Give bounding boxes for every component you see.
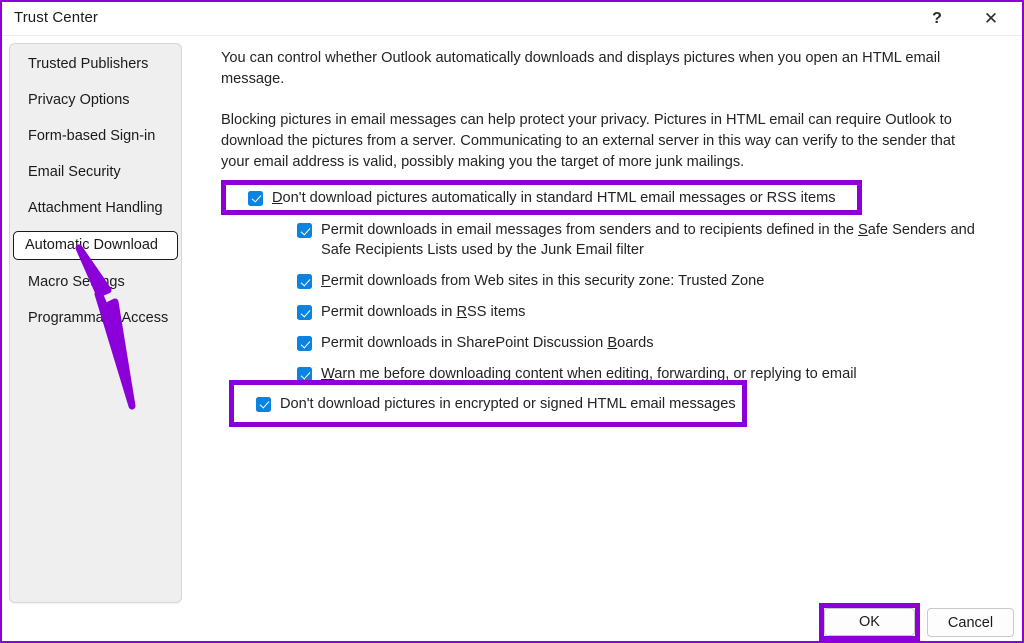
- sidebar-item-attachment-handling[interactable]: Attachment Handling: [15, 195, 176, 222]
- ok-button[interactable]: OK: [824, 608, 915, 636]
- sidebar-item-trusted-publishers[interactable]: Trusted Publishers: [15, 51, 176, 78]
- sidebar-item-email-security[interactable]: Email Security: [15, 159, 176, 186]
- checkbox-permit-rss[interactable]: [297, 305, 312, 320]
- close-button[interactable]: ✕: [968, 2, 1014, 35]
- highlight-box-ok-button: OK: [819, 603, 920, 641]
- checkbox-permit-safe-senders[interactable]: [297, 223, 312, 238]
- sidebar-item-programmatic-access[interactable]: Programmatic Access: [15, 305, 176, 332]
- sidebar-item-form-based-sign-in[interactable]: Form-based Sign-in: [15, 123, 176, 150]
- checkbox-label-permit-web-sites: Permit downloads from Web sites in this …: [321, 273, 765, 289]
- category-sidebar: Trusted Publishers Privacy Options Form-…: [9, 43, 182, 603]
- cancel-button[interactable]: Cancel: [927, 608, 1014, 637]
- checkbox-row-permit-safe-senders[interactable]: Permit downloads in email messages from …: [297, 220, 987, 260]
- checkbox-dont-download-encrypted[interactable]: [256, 396, 271, 412]
- checkbox-permit-sharepoint[interactable]: [297, 336, 312, 351]
- intro-paragraph-2: Blocking pictures in email messages can …: [221, 112, 956, 170]
- sidebar-item-automatic-download[interactable]: Automatic Download: [13, 231, 178, 260]
- checkbox-label-permit-sharepoint: Permit downloads in SharePoint Discussio…: [321, 335, 654, 351]
- checkbox-label-dont-download-automatically: Don't download pictures automatically in…: [272, 189, 836, 206]
- checkbox-row-permit-rss[interactable]: Permit downloads in RSS items: [297, 302, 987, 322]
- highlight-box-dont-download-encrypted: Don't download pictures in encrypted or …: [229, 380, 747, 427]
- checkbox-permit-web-sites[interactable]: [297, 274, 312, 289]
- window-title: Trust Center: [14, 9, 99, 26]
- checkbox-row-dont-download-automatically[interactable]: Don't download pictures automatically in…: [248, 188, 836, 208]
- close-icon: ✕: [983, 9, 999, 28]
- checkbox-row-dont-download-encrypted[interactable]: Don't download pictures in encrypted or …: [256, 394, 736, 414]
- title-bar: Trust Center ? ✕: [2, 2, 1022, 36]
- checkbox-row-permit-web-sites[interactable]: Permit downloads from Web sites in this …: [297, 271, 987, 291]
- checkbox-row-permit-sharepoint[interactable]: Permit downloads in SharePoint Discussio…: [297, 333, 987, 353]
- sidebar-item-macro-settings[interactable]: Macro Settings: [15, 269, 176, 296]
- sub-options-list: Permit downloads in email messages from …: [297, 220, 987, 395]
- settings-panel: You can control whether Outlook automati…: [221, 43, 996, 427]
- highlight-box-dont-download-automatically: Don't download pictures automatically in…: [221, 180, 862, 215]
- checkbox-dont-download-automatically[interactable]: [248, 190, 263, 206]
- question-mark-icon: ?: [932, 9, 942, 27]
- trust-center-dialog: Trust Center ? ✕ Trusted Publishers Priv…: [0, 0, 1024, 643]
- checkbox-label-dont-download-encrypted: Don't download pictures in encrypted or …: [280, 395, 736, 412]
- checkbox-label-permit-safe-senders: Permit downloads in email messages from …: [321, 222, 975, 258]
- sidebar-item-privacy-options[interactable]: Privacy Options: [15, 87, 176, 114]
- checkbox-label-permit-rss: Permit downloads in RSS items: [321, 304, 526, 320]
- help-button[interactable]: ?: [914, 2, 960, 35]
- intro-paragraph-1: You can control whether Outlook automati…: [221, 50, 941, 87]
